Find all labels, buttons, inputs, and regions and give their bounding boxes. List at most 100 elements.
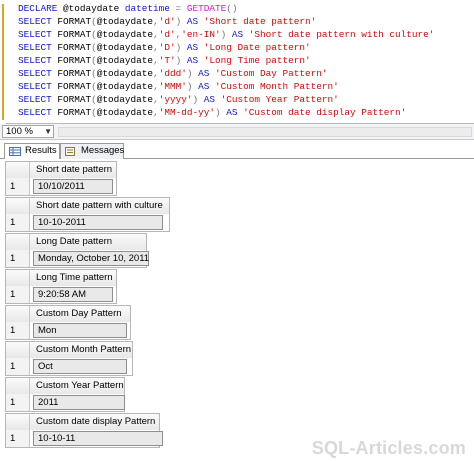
code-token: ) bbox=[175, 16, 187, 27]
row-number[interactable]: 1 bbox=[6, 322, 30, 339]
code-line[interactable]: SELECT FORMAT(@todaydate,'d') AS 'Short … bbox=[18, 16, 316, 28]
tab-messages-label: Messages bbox=[81, 145, 125, 156]
table-row[interactable]: 1 2011 bbox=[5, 394, 125, 412]
code-line[interactable]: SELECT FORMAT(@todaydate,'MMM') AS 'Cust… bbox=[18, 81, 339, 93]
code-line[interactable]: DECLARE @todaydate datetime = GETDATE() bbox=[18, 3, 237, 15]
row-number[interactable]: 1 bbox=[6, 250, 30, 267]
code-token: 'MMM' bbox=[158, 81, 187, 92]
tab-results-label: Results bbox=[25, 145, 57, 156]
result-cell[interactable]: 10-10-11 bbox=[33, 431, 163, 446]
code-line[interactable]: SELECT FORMAT(@todaydate,'MM-dd-yy') AS … bbox=[18, 107, 406, 119]
code-token: SELECT bbox=[18, 94, 58, 105]
code-token: AS bbox=[198, 68, 215, 79]
row-number[interactable]: 1 bbox=[6, 430, 30, 447]
result-cell[interactable]: 10-10-2011 bbox=[33, 215, 163, 230]
code-token: ) bbox=[214, 107, 227, 118]
chevron-down-icon[interactable]: ▼ bbox=[44, 126, 52, 137]
watermark: SQL-Articles.com bbox=[311, 438, 466, 458]
code-token: FORMAT bbox=[57, 94, 92, 105]
grid-header: Short date pattern bbox=[5, 161, 117, 179]
row-number[interactable]: 1 bbox=[6, 286, 30, 303]
code-token: datetime bbox=[124, 3, 176, 14]
table-row[interactable]: 1 10-10-11 bbox=[5, 430, 163, 448]
row-number[interactable]: 1 bbox=[6, 358, 30, 375]
code-line[interactable]: SELECT FORMAT(@todaydate,'ddd') AS 'Cust… bbox=[18, 68, 328, 80]
column-header[interactable]: Custom date display Pattern bbox=[36, 416, 155, 428]
table-row[interactable]: 1 Mon bbox=[5, 322, 131, 340]
code-token: = bbox=[175, 3, 187, 14]
code-token: @todaydate bbox=[96, 29, 154, 40]
table-row[interactable]: 1 Oct bbox=[5, 358, 133, 376]
code-token: @todaydate bbox=[96, 68, 154, 79]
code-token: @todaydate bbox=[96, 55, 154, 66]
code-token: SELECT bbox=[18, 42, 58, 53]
grid-corner[interactable] bbox=[6, 270, 30, 286]
tab-results[interactable]: Results bbox=[4, 143, 60, 160]
code-line[interactable]: SELECT FORMAT(@todaydate,'D') AS 'Long D… bbox=[18, 42, 311, 54]
result-cell[interactable]: 2011 bbox=[33, 395, 125, 410]
code-token: FORMAT bbox=[57, 16, 92, 27]
grid-header: Custom Day Pattern bbox=[5, 305, 131, 323]
code-token: 'Custom Month Pattern' bbox=[215, 81, 339, 92]
column-header[interactable]: Short date pattern bbox=[36, 164, 112, 176]
code-token: () bbox=[226, 3, 238, 14]
messages-icon bbox=[65, 147, 75, 156]
code-token: 'd' bbox=[158, 16, 176, 27]
grid-corner[interactable] bbox=[6, 342, 30, 358]
result-cell[interactable]: 9:20:58 AM bbox=[33, 287, 113, 302]
code-token: FORMAT bbox=[57, 42, 92, 53]
tab-messages[interactable]: Messages bbox=[60, 143, 124, 159]
code-token: 'T' bbox=[158, 55, 176, 66]
grid-corner[interactable] bbox=[6, 306, 30, 322]
code-token: ) bbox=[186, 81, 199, 92]
code-token: 'D' bbox=[158, 42, 176, 53]
grid-corner[interactable] bbox=[6, 378, 30, 394]
code-token: @todaydate bbox=[96, 107, 154, 118]
grid-header: Custom Month Pattern bbox=[5, 341, 133, 359]
result-cell[interactable]: Mon bbox=[33, 323, 127, 338]
column-header[interactable]: Short date pattern with culture bbox=[36, 200, 163, 212]
column-header[interactable]: Long Time pattern bbox=[36, 272, 113, 284]
column-header[interactable]: Custom Day Pattern bbox=[36, 308, 122, 320]
grid-header: Short date pattern with culture bbox=[5, 197, 170, 215]
grid-corner[interactable] bbox=[6, 162, 30, 178]
code-token: AS bbox=[186, 16, 204, 27]
code-line[interactable]: SELECT FORMAT(@todaydate,'yyyy') AS 'Cus… bbox=[18, 94, 339, 106]
code-token: ) bbox=[192, 94, 204, 105]
grid-corner[interactable] bbox=[6, 234, 30, 250]
code-line[interactable]: SELECT FORMAT(@todaydate,'d','en-IN') AS… bbox=[18, 29, 434, 41]
result-cell[interactable]: 10/10/2011 bbox=[33, 179, 113, 194]
code-token: AS bbox=[186, 55, 204, 66]
column-header[interactable]: Custom Year Pattern bbox=[36, 380, 124, 392]
row-number[interactable]: 1 bbox=[6, 214, 30, 231]
code-token: SELECT bbox=[18, 81, 58, 92]
row-number[interactable]: 1 bbox=[6, 178, 30, 195]
code-token: FORMAT bbox=[57, 81, 92, 92]
table-row[interactable]: 1 9:20:58 AM bbox=[5, 286, 117, 304]
code-token: 'MM-dd-yy' bbox=[158, 107, 215, 118]
column-header[interactable]: Long Date pattern bbox=[36, 236, 112, 248]
grid-corner[interactable] bbox=[6, 198, 30, 214]
code-token: @todaydate bbox=[63, 3, 125, 14]
code-token: ) bbox=[175, 55, 187, 66]
code-token: @todaydate bbox=[96, 94, 154, 105]
result-cell[interactable]: Oct bbox=[33, 359, 127, 374]
code-token: ) bbox=[220, 29, 232, 40]
code-token: FORMAT bbox=[57, 29, 92, 40]
column-header[interactable]: Custom Month Pattern bbox=[36, 344, 131, 356]
table-row[interactable]: 1 10/10/2011 bbox=[5, 178, 117, 196]
grid-corner[interactable] bbox=[6, 414, 30, 430]
code-token: SELECT bbox=[18, 107, 58, 118]
query-editor[interactable]: DECLARE @todaydate datetime = GETDATE() S… bbox=[0, 0, 474, 124]
table-row[interactable]: 1 Monday, October 10, 2011 bbox=[5, 250, 149, 268]
code-token: 'Custom date display Pattern' bbox=[243, 107, 407, 118]
table-row[interactable]: 1 10-10-2011 bbox=[5, 214, 170, 232]
zoom-select[interactable]: 100 % ▼ bbox=[2, 125, 54, 138]
row-number[interactable]: 1 bbox=[6, 394, 30, 411]
code-token: AS bbox=[231, 29, 249, 40]
horizontal-scrollbar[interactable] bbox=[58, 127, 472, 137]
grid-header: Custom date display Pattern bbox=[5, 413, 160, 431]
results-pane[interactable]: Short date pattern 1 10/10/2011 Short date … bbox=[0, 159, 474, 461]
result-cell[interactable]: Monday, October 10, 2011 bbox=[33, 251, 149, 266]
code-line[interactable]: SELECT FORMAT(@todaydate,'T') AS 'Long T… bbox=[18, 55, 311, 67]
